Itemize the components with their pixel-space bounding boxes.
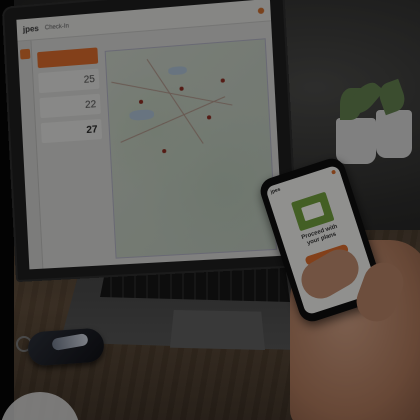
laptop-screen: jpes Check-In 25 22 27	[16, 0, 284, 270]
stat-card[interactable]: 22	[39, 93, 101, 119]
app-brand-sub: Check-In	[44, 22, 70, 31]
map-pin[interactable]	[179, 86, 184, 91]
panel-tabs	[36, 41, 97, 48]
stat-card[interactable]: 27	[40, 118, 103, 144]
stat-value: 22	[84, 98, 97, 111]
photo-scene: jpes Check-In 25 22 27 jpes Proceed with…	[0, 0, 420, 420]
stats-panel: 25 22 27	[31, 35, 113, 269]
laptop-lid: jpes Check-In 25 22 27	[3, 0, 297, 280]
map-water	[168, 65, 188, 76]
plant-pot	[336, 118, 376, 164]
map-road	[111, 81, 233, 106]
menu-icon[interactable]	[331, 169, 337, 175]
primary-action-button[interactable]	[37, 47, 99, 69]
notification-icon[interactable]	[257, 6, 265, 14]
app-brand: jpes	[22, 23, 40, 35]
map-pin[interactable]	[162, 148, 167, 154]
stat-value: 27	[86, 123, 98, 136]
map-area	[102, 21, 284, 265]
map-water	[129, 109, 155, 121]
phone-brand: jpes	[269, 186, 282, 196]
app-body: 25 22 27	[17, 21, 284, 270]
map-pin[interactable]	[206, 115, 212, 120]
stat-card[interactable]: 25	[38, 68, 100, 94]
map-pin[interactable]	[138, 99, 144, 105]
stat-value: 25	[83, 73, 96, 86]
map-view[interactable]	[104, 38, 278, 259]
laptop-trackpad	[170, 310, 265, 350]
plant-pot	[376, 110, 412, 158]
map-pin[interactable]	[220, 78, 225, 83]
add-icon[interactable]	[19, 48, 30, 60]
